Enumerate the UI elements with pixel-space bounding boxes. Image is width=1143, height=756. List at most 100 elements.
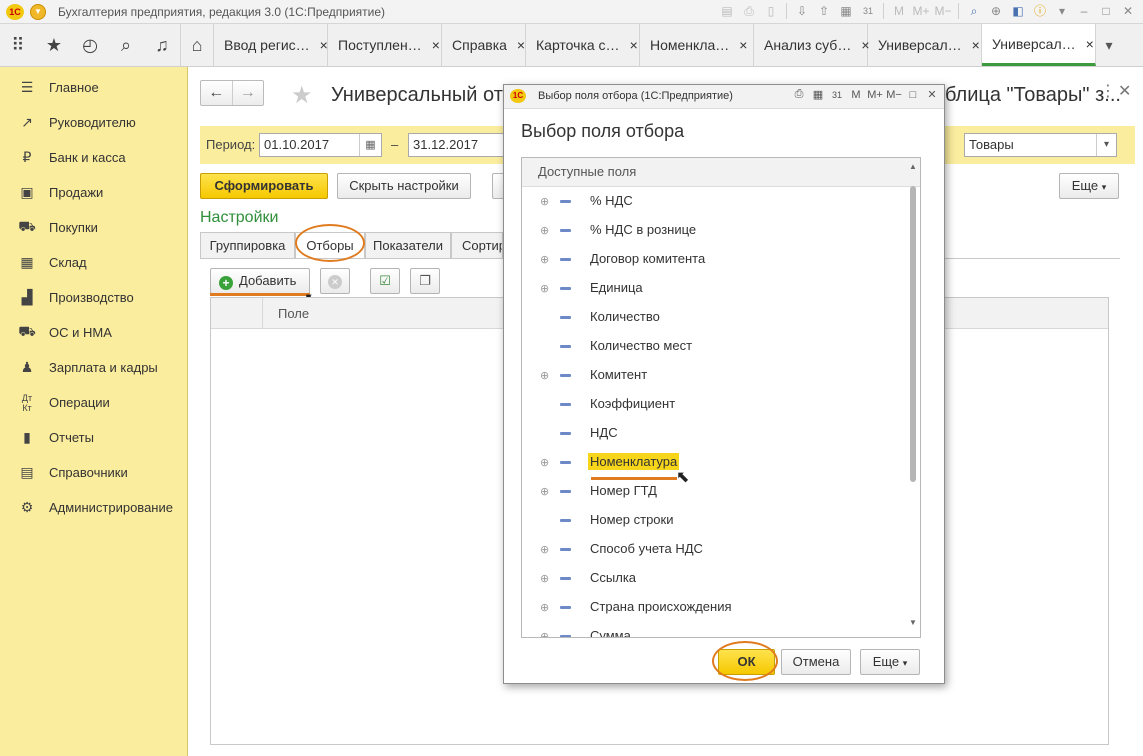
tree-item[interactable]: ⊕ Комитент bbox=[522, 361, 920, 390]
calendar-icon[interactable]: 31 bbox=[829, 90, 845, 100]
restore-icon[interactable]: □ bbox=[1097, 2, 1115, 20]
tree-item[interactable]: ⊕ % НДС bbox=[522, 187, 920, 216]
sections-grid-icon[interactable]: ⠿ bbox=[0, 24, 36, 66]
print-icon[interactable]: ⎙ bbox=[791, 88, 807, 101]
tree-item[interactable]: Количество bbox=[522, 303, 920, 332]
generate-button[interactable]: Сформировать bbox=[200, 173, 328, 199]
tab-sorting[interactable]: Сортир bbox=[451, 232, 503, 259]
tree-item[interactable]: Номер строки bbox=[522, 506, 920, 535]
memory-m-minus-button[interactable]: M− bbox=[886, 89, 902, 101]
info-menu-icon[interactable]: ▾ bbox=[1053, 2, 1071, 20]
sidebar-item-administration[interactable]: ⚙ Администрирование bbox=[0, 490, 187, 525]
tab-close-icon[interactable]: × bbox=[432, 37, 440, 53]
tab-reference[interactable]: Справка × bbox=[442, 24, 526, 66]
tree-item[interactable]: ⊕ Договор комитента bbox=[522, 245, 920, 274]
tab-subconto-analysis[interactable]: Анализ суб… × bbox=[754, 24, 870, 66]
check-all-button[interactable]: ☑ bbox=[370, 268, 400, 294]
sidebar-item-bank[interactable]: ₽ Банк и касса bbox=[0, 140, 187, 175]
minimize-icon[interactable]: – bbox=[1075, 2, 1093, 20]
forward-arrow-icon[interactable]: → bbox=[231, 81, 264, 105]
scroll-down-icon[interactable]: ▼ bbox=[908, 618, 918, 632]
date-from-input[interactable]: 01.10.2017 ▦ bbox=[259, 133, 382, 157]
tab-close-icon[interactable]: × bbox=[972, 37, 980, 53]
maximize-icon[interactable]: □ bbox=[905, 89, 921, 101]
sidebar-item-directories[interactable]: ▤ Справочники bbox=[0, 455, 187, 490]
expand-icon[interactable]: ⊕ bbox=[540, 572, 549, 585]
tab-close-icon[interactable]: × bbox=[630, 37, 638, 53]
expand-icon[interactable]: ⊕ bbox=[540, 543, 549, 556]
tab-close-icon[interactable]: × bbox=[517, 37, 525, 53]
expand-icon[interactable]: ⊕ bbox=[540, 195, 549, 208]
tab-receipts[interactable]: Поступлен… × bbox=[328, 24, 442, 66]
more-vert-icon[interactable]: ⋮ bbox=[1100, 81, 1116, 101]
tab-indicators[interactable]: Показатели bbox=[365, 232, 451, 259]
hide-settings-button[interactable]: Скрыть настройки bbox=[337, 173, 471, 199]
favorite-star-icon[interactable]: ★ bbox=[291, 81, 313, 110]
tree-item[interactable]: ⊕ % НДС в рознице bbox=[522, 216, 920, 245]
import-icon[interactable]: ⇩ bbox=[793, 2, 811, 20]
calendar-icon[interactable]: 31 bbox=[859, 2, 877, 20]
home-icon[interactable]: ⌂ bbox=[180, 24, 214, 66]
tree-item[interactable]: Количество мест bbox=[522, 332, 920, 361]
delete-button[interactable]: ✕ bbox=[320, 268, 350, 294]
available-fields-tree[interactable]: Доступные поля ⊕ % НДС ⊕ % НДС в рознице ⊕… bbox=[521, 157, 921, 638]
close-icon[interactable]: ✕ bbox=[924, 88, 940, 101]
expand-icon[interactable]: ⊕ bbox=[540, 224, 549, 237]
search-icon[interactable]: ⌕ bbox=[965, 2, 983, 20]
sidebar-item-operations[interactable]: Дт Кт Операции bbox=[0, 385, 187, 420]
add-button[interactable]: + Добавить bbox=[210, 268, 310, 294]
sidebar-item-production[interactable]: ▟ Производство bbox=[0, 280, 187, 315]
panel-icon[interactable]: ◧ bbox=[1009, 2, 1027, 20]
main-menu-button[interactable]: ▼ bbox=[30, 3, 46, 20]
tree-item[interactable]: ⊕ Ссылка bbox=[522, 564, 920, 593]
tab-close-icon[interactable]: × bbox=[739, 37, 747, 53]
expand-icon[interactable]: ⊕ bbox=[540, 456, 549, 469]
tab-universal-report-1[interactable]: Универсал… × bbox=[868, 24, 982, 66]
tree-item[interactable]: НДС bbox=[522, 419, 920, 448]
expand-icon[interactable]: ⊕ bbox=[540, 485, 549, 498]
tabs-menu-icon[interactable]: ▾ bbox=[1096, 24, 1122, 66]
ok-button[interactable]: ОК bbox=[718, 649, 775, 675]
tab-account-card[interactable]: Карточка с… × bbox=[526, 24, 640, 66]
history-icon[interactable]: ◴ bbox=[72, 24, 108, 66]
calculator-icon[interactable]: ▦ bbox=[810, 88, 826, 101]
date-to-input[interactable]: 31.12.2017 bbox=[408, 133, 508, 157]
calculator-icon[interactable]: ▦ bbox=[837, 2, 855, 20]
sidebar-item-reports[interactable]: ▮ Отчеты bbox=[0, 420, 187, 455]
memory-m-minus-button[interactable]: M− bbox=[934, 2, 952, 20]
expand-icon[interactable]: ⊕ bbox=[540, 630, 549, 637]
search-icon[interactable]: ⌕ bbox=[108, 24, 144, 66]
close-icon[interactable]: ✕ bbox=[1119, 2, 1137, 20]
print-icon[interactable]: ⎙ bbox=[740, 2, 758, 20]
memory-m-plus-button[interactable]: M+ bbox=[867, 89, 883, 101]
tab-close-icon[interactable]: × bbox=[320, 37, 328, 53]
tree-item-selected[interactable]: ⊕ Номенклатура bbox=[522, 448, 920, 477]
sidebar-item-director[interactable]: ↗ Руководителю bbox=[0, 105, 187, 140]
tab-universal-report-2[interactable]: Универсал… × bbox=[982, 24, 1096, 66]
zoom-icon[interactable]: ⊕ bbox=[987, 2, 1005, 20]
sidebar-item-fixed-assets[interactable]: ⛟ ОС и НМА bbox=[0, 315, 187, 350]
info-icon[interactable]: ⓘ bbox=[1031, 2, 1049, 20]
sidebar-item-warehouse[interactable]: ▦ Склад bbox=[0, 245, 187, 280]
tab-nomenclature[interactable]: Номенкла… × bbox=[640, 24, 754, 66]
sidebar-item-purchases[interactable]: ⛟ Покупки bbox=[0, 210, 187, 245]
expand-icon[interactable]: ⊕ bbox=[540, 601, 549, 614]
dialog-more-button[interactable]: Еще ▾ bbox=[860, 649, 920, 675]
export-icon[interactable]: ⇧ bbox=[815, 2, 833, 20]
more-button[interactable]: Еще ▾ bbox=[1059, 173, 1119, 199]
tree-item[interactable]: ⊕ Единица bbox=[522, 274, 920, 303]
memory-m-button[interactable]: M bbox=[848, 89, 864, 101]
tree-item[interactable]: ⊕ Способ учета НДС bbox=[522, 535, 920, 564]
tree-scrollbar[interactable]: ▲ ▼ bbox=[908, 162, 918, 632]
preview-icon[interactable]: ▯ bbox=[762, 2, 780, 20]
uncheck-all-button[interactable]: ❐ bbox=[410, 268, 440, 294]
table-source-select[interactable]: Товары ▾ bbox=[964, 133, 1117, 157]
tab-grouping[interactable]: Группировка bbox=[200, 232, 295, 259]
sidebar-item-salary[interactable]: ♟ Зарплата и кадры bbox=[0, 350, 187, 385]
tree-item[interactable]: Коэффициент bbox=[522, 390, 920, 419]
memory-m-plus-button[interactable]: M+ bbox=[912, 2, 930, 20]
tab-close-icon[interactable]: × bbox=[1086, 36, 1094, 52]
close-icon[interactable]: ✕ bbox=[1118, 81, 1131, 101]
scroll-up-icon[interactable]: ▲ bbox=[908, 162, 918, 176]
dropdown-arrow-icon[interactable]: ▾ bbox=[1096, 134, 1116, 156]
